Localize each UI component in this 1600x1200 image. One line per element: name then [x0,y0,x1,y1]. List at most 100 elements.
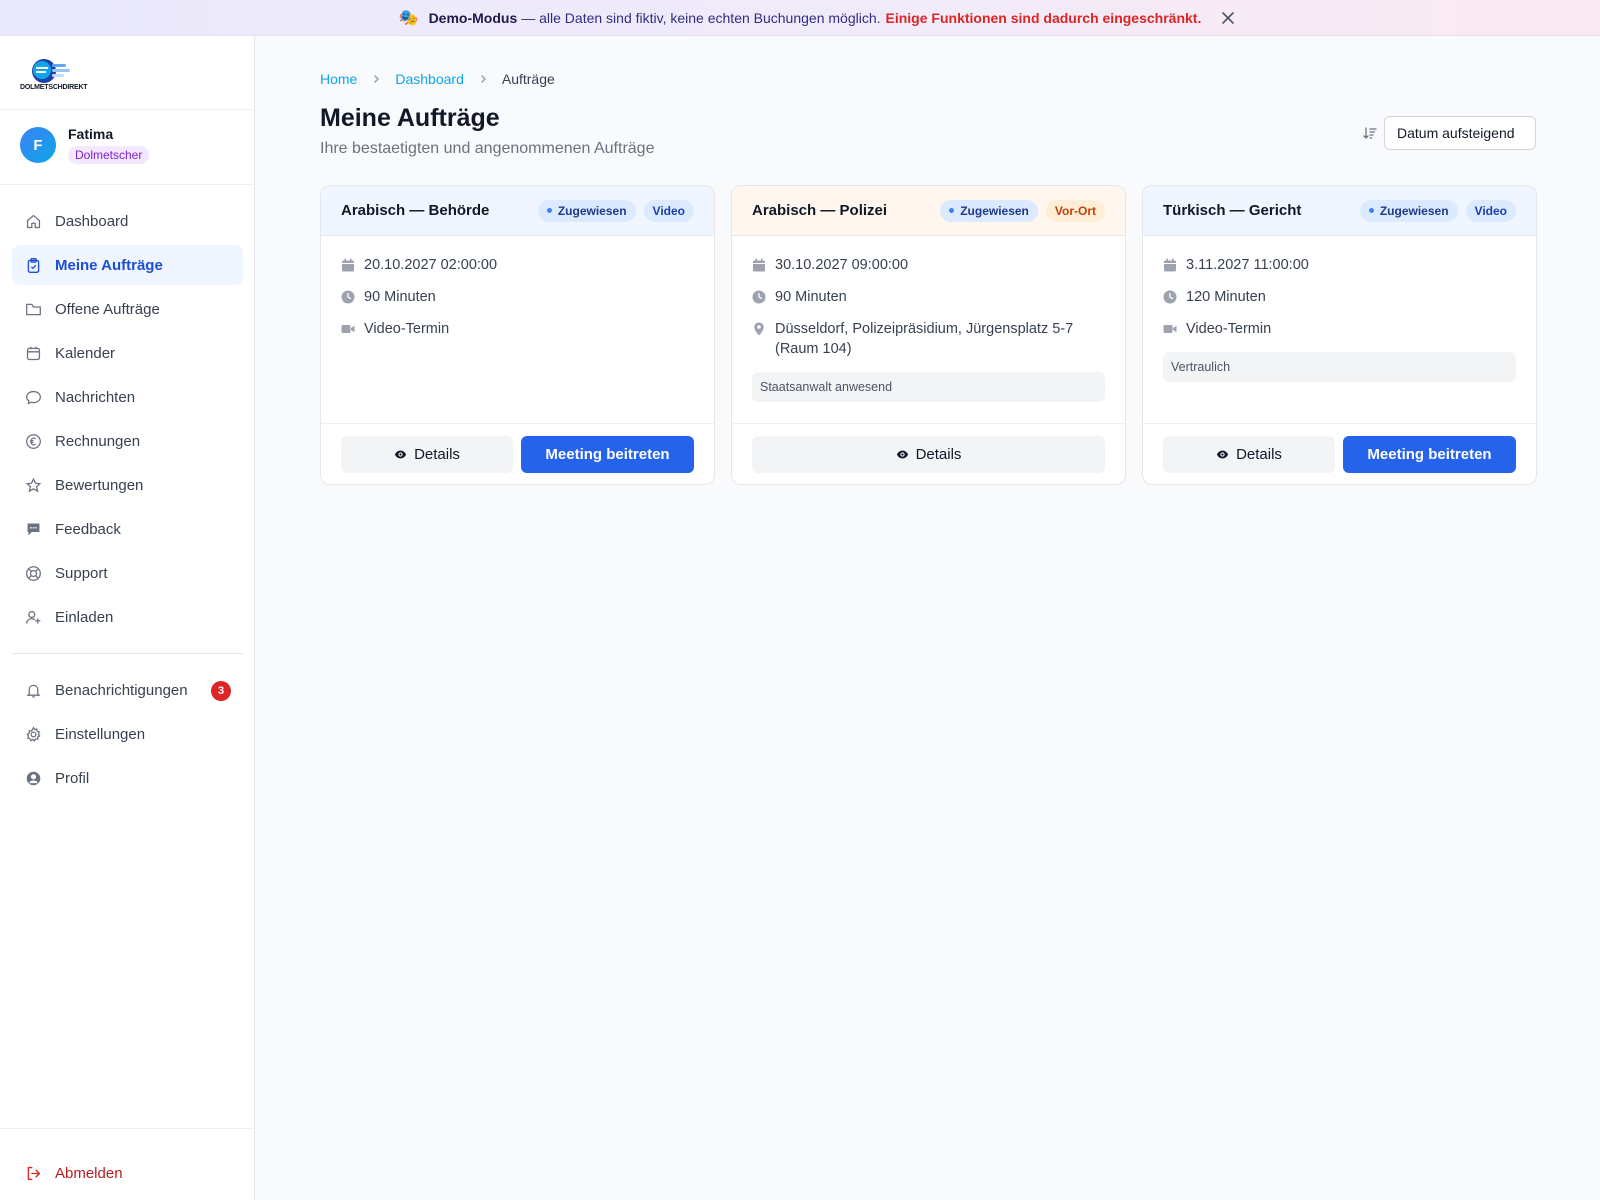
user-info: F Fatima Dolmetscher [20,126,240,173]
folder-icon [26,303,41,315]
card-divider [321,423,714,424]
sidebar-item-invite[interactable]: Einladen [12,597,243,637]
bell-icon [26,684,41,698]
order-duration: 90 Minuten [341,287,436,307]
sidebar-item-label: Support [55,564,108,582]
video-camera-icon [341,325,355,333]
sidebar-item-label: Rechnungen [55,432,141,450]
order-card-header: Arabisch — Polizei Zugewiesen Vor-Ort [732,186,1125,236]
star-icon [25,477,42,492]
sidebar-item-label: Einladen [55,608,114,626]
order-card-header: Arabisch — Behörde Zugewiesen Video [321,186,714,236]
demo-mode-label: Demo-Modus [428,9,518,26]
sidebar-item-label: Einstellungen [55,725,146,743]
sidebar-item-feedback[interactable]: Feedback [12,509,243,549]
order-duration-text: 120 Minuten [1186,289,1266,305]
sidebar-item-my-orders[interactable]: Meine Aufträge [12,245,243,285]
order-date: 30.10.2027 09:00:00 [752,255,908,275]
status-badge: Zugewiesen [940,199,1038,222]
join-meeting-button[interactable]: Meeting beitreten [521,436,694,473]
avatar: F [20,127,56,163]
order-note: Vertraulich [1163,352,1516,382]
calendar-icon [753,258,765,272]
sidebar-item-profile[interactable]: Profil [12,758,243,798]
calendar-icon [342,258,354,272]
order-date-text: 30.10.2027 09:00:00 [775,257,909,273]
clock-icon [752,290,766,304]
demo-banner-text: — alle Daten sind fiktiv, keine echten B… [521,9,881,26]
details-button[interactable]: Details [1163,436,1335,473]
order-location: Video-Termin [341,319,449,339]
chat-icon [26,390,41,404]
status-badge-label: Zugewiesen [960,203,1029,218]
breadcrumb-home[interactable]: Home [320,71,357,87]
sidebar-item-dashboard[interactable]: Dashboard [12,201,243,241]
order-date-text: 20.10.2027 02:00:00 [364,257,498,273]
order-location: Düsseldorf, Polizeipräsidium, Jürgenspla… [752,319,1097,359]
status-dot-icon [949,208,955,213]
logout-icon [27,1166,41,1180]
chevron-right-icon [374,74,380,84]
video-camera-icon [1163,325,1177,333]
details-button[interactable]: Details [341,436,513,473]
feedback-icon [27,523,40,535]
close-icon[interactable] [1218,8,1238,28]
details-button[interactable]: Details [752,436,1105,473]
sidebar-item-invoices[interactable]: Rechnungen [12,421,243,461]
page-subtitle: Ihre bestaetigten und angenommenen Auftr… [320,140,655,157]
status-badge: Zugewiesen [1359,199,1458,222]
nav-divider [12,653,243,654]
eye-icon [896,450,908,459]
eye-icon [1216,450,1229,459]
breadcrumb: Home Dashboard Aufträge [320,70,555,88]
breadcrumb-current: Aufträge [501,71,555,87]
sidebar-divider [0,184,255,185]
lifebuoy-icon [26,565,41,581]
status-badge-label: Zugewiesen [1379,203,1449,218]
sidebar-item-label: Feedback [55,520,121,538]
status-dot-icon [1368,208,1374,213]
calendar-icon [26,346,41,360]
logout-button[interactable]: Abmelden [12,1153,243,1193]
sidebar-item-label: Kalender [55,344,116,362]
user-plus-icon [26,610,41,624]
details-button-label: Details [915,446,962,463]
calendar-icon [1164,258,1176,272]
user-circle-icon [26,771,41,785]
type-badge: Vor-Ort [1045,199,1105,222]
logout-label: Abmelden [55,1164,123,1182]
order-duration: 120 Minuten [1163,287,1266,307]
sidebar-item-label: Benachrichtigungen [55,681,188,699]
breadcrumb-dashboard[interactable]: Dashboard [395,71,464,87]
order-card: Arabisch — Polizei Zugewiesen Vor-Ort 30… [731,185,1126,485]
join-meeting-button[interactable]: Meeting beitreten [1343,436,1516,473]
clipboard-icon [27,257,40,273]
sidebar-item-messages[interactable]: Nachrichten [12,377,243,417]
status-dot-icon [546,208,552,213]
details-button-label: Details [1236,446,1282,463]
sidebar-divider [0,1128,255,1129]
sort-select[interactable]: Datum aufsteigend [1384,116,1536,150]
mask-icon: 🎭 [398,9,419,27]
sidebar-divider [0,109,255,110]
sidebar: DOLMETSCHDIREKT F Fatima Dolmetscher Das… [0,36,255,1200]
demo-banner-warning: Einige Funktionen sind dadurch eingeschr… [885,9,1202,26]
sidebar-item-label: Meine Aufträge [55,256,163,274]
sidebar-item-open-orders[interactable]: Offene Aufträge [12,289,243,329]
sidebar-item-settings[interactable]: Einstellungen [12,714,243,754]
sidebar-item-reviews[interactable]: Bewertungen [12,465,243,505]
sidebar-item-calendar[interactable]: Kalender [12,333,243,373]
order-card: Arabisch — Behörde Zugewiesen Video 20.1… [320,185,715,485]
sidebar-item-label: Offene Aufträge [55,300,160,318]
type-badge: Video [1465,199,1516,222]
sidebar-item-label: Dashboard [55,212,129,230]
sidebar-item-support[interactable]: Support [12,553,243,593]
brand-logo[interactable]: DOLMETSCHDIREKT [20,58,88,94]
order-duration: 90 Minuten [752,287,847,307]
chevron-right-icon [480,74,486,84]
eye-icon [394,450,407,459]
order-location-text: Düsseldorf, Polizeipräsidium, Jürgenspla… [775,321,1074,357]
order-date: 20.10.2027 02:00:00 [341,255,497,275]
user-name: Fatima [68,126,114,142]
sidebar-item-notifications[interactable]: Benachrichtigungen 3 [12,670,243,710]
